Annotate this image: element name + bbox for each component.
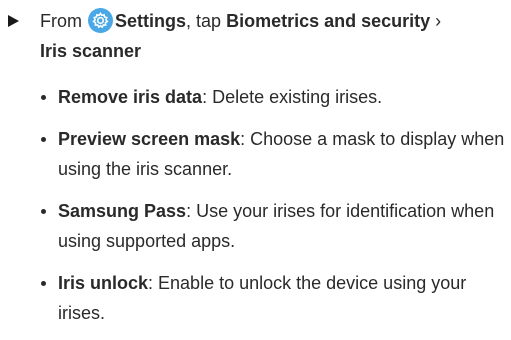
settings-label: Settings xyxy=(115,11,187,31)
item-term: Iris unlock xyxy=(58,273,149,293)
item-term: Remove iris data xyxy=(58,87,203,107)
iris-scanner-label: Iris scanner xyxy=(40,41,142,61)
path-separator: › xyxy=(430,11,442,31)
bullet-icon xyxy=(41,137,46,142)
step-arrow-icon xyxy=(8,15,19,27)
item-term: Preview screen mask xyxy=(58,129,241,149)
bullet-icon xyxy=(41,281,46,286)
bullet-icon xyxy=(41,95,46,100)
list-item: Preview screen mask: Choose a mask to di… xyxy=(41,124,508,184)
item-description: : Delete existing irises. xyxy=(202,87,383,107)
list-item: Samsung Pass: Use your irises for identi… xyxy=(41,196,508,256)
option-list: Remove iris data: Delete existing irises… xyxy=(41,82,508,340)
biometrics-label: Biometrics and security xyxy=(226,11,431,31)
list-item: Remove iris data: Delete existing irises… xyxy=(41,82,508,112)
bullet-icon xyxy=(41,209,46,214)
gear-icon xyxy=(88,8,114,33)
step-prefix: From xyxy=(40,11,82,31)
tap-text: , tap xyxy=(186,11,222,31)
list-item: Iris unlock: Enable to unlock the device… xyxy=(41,268,508,328)
item-term: Samsung Pass xyxy=(58,201,187,221)
step-text: From Settings, tap Biometrics and securi… xyxy=(40,6,505,66)
